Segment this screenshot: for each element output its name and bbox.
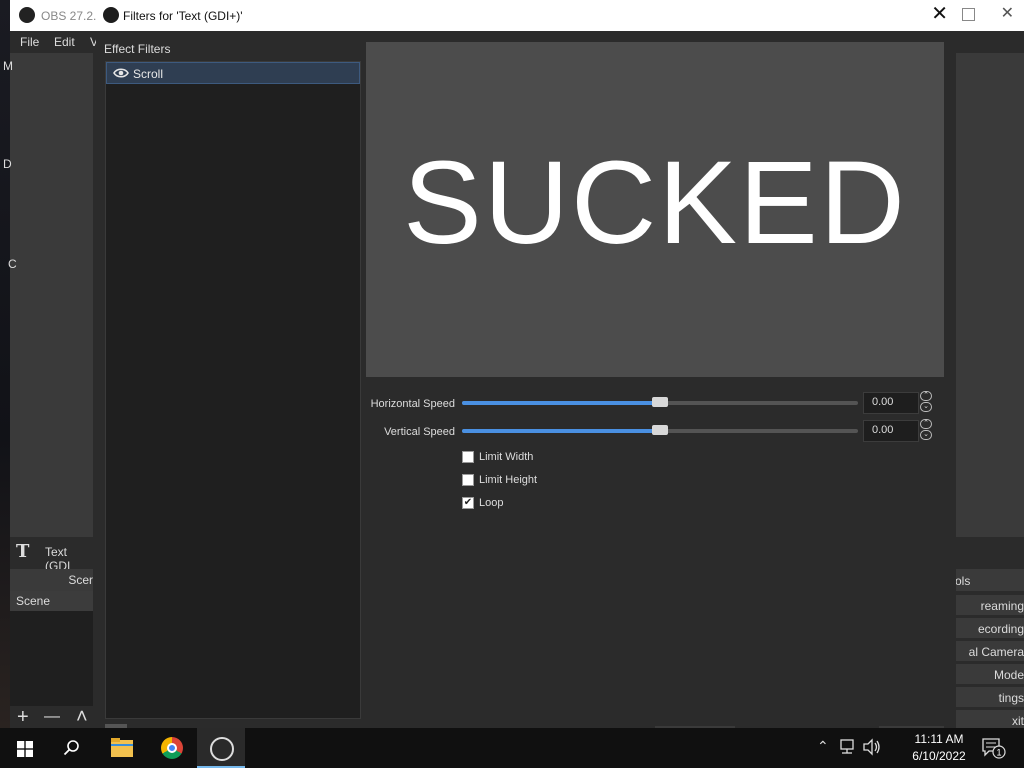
exit-button[interactable]: xit xyxy=(955,710,1024,730)
settings-button[interactable]: tings xyxy=(955,687,1024,707)
search-button[interactable] xyxy=(48,728,96,768)
clock-time: 11:11 AM xyxy=(914,732,964,746)
decrement-icon[interactable]: ⌄ xyxy=(920,430,932,440)
button-label: xit xyxy=(1012,714,1024,728)
controls-dock-header: ols xyxy=(955,569,1024,591)
horizontal-speed-label: Horizontal Speed xyxy=(370,398,455,410)
edge-letter: D xyxy=(3,157,12,171)
windows-logo-icon xyxy=(17,741,33,757)
eye-icon[interactable] xyxy=(113,66,129,80)
limit-height-checkbox[interactable] xyxy=(462,474,474,486)
start-recording-button[interactable]: ecording xyxy=(955,618,1024,638)
notification-count: 1 xyxy=(996,748,1001,758)
horizontal-speed-input[interactable]: 0.00 xyxy=(863,392,919,414)
maximize-icon[interactable] xyxy=(962,8,975,21)
button-label: al Camera xyxy=(968,645,1024,659)
button-label: tings xyxy=(998,691,1024,705)
add-icon[interactable]: + xyxy=(17,706,29,728)
file-explorer-button[interactable] xyxy=(98,728,146,768)
edge-letter: C xyxy=(8,257,17,271)
vertical-speed-value: 0.00 xyxy=(872,424,894,436)
vertical-speed-stepper[interactable]: ⌃ ⌄ xyxy=(920,419,934,441)
scene-toolbar: + — ˄ xyxy=(10,706,93,728)
slider-fill xyxy=(462,429,660,433)
edge-letter: M xyxy=(3,59,13,73)
obs-icon xyxy=(210,737,234,761)
close-icon[interactable]: ✕ xyxy=(931,3,948,25)
limit-height-label: Limit Height xyxy=(479,474,538,486)
scenes-dock-header: Scer xyxy=(10,569,93,591)
obs-logo-icon xyxy=(19,7,35,23)
show-hidden-icons-icon[interactable]: ⌃ xyxy=(817,738,829,755)
source-item[interactable]: T Text (GDI xyxy=(10,537,93,573)
chrome-button[interactable] xyxy=(148,728,196,768)
increment-icon[interactable]: ⌃ xyxy=(920,419,932,429)
obs-close-icon[interactable]: ✕ xyxy=(1001,3,1014,23)
menu-edit[interactable]: Edit xyxy=(54,35,75,49)
system-clock[interactable]: 11:11 AM 6/10/2022 xyxy=(900,731,978,765)
limit-width-checkbox[interactable] xyxy=(462,451,474,463)
loop-checkbox[interactable]: ✔ xyxy=(462,497,474,509)
obs-logo-icon xyxy=(103,7,119,23)
start-streaming-button[interactable]: reaming xyxy=(955,595,1024,615)
filters-dialog: Filters for 'Text (GDI+)' ✕ Effect Filte… xyxy=(96,0,956,728)
obs-taskbar-button[interactable] xyxy=(197,728,245,768)
loop-label: Loop xyxy=(479,497,504,509)
network-icon[interactable] xyxy=(838,738,856,756)
scenes-list xyxy=(10,611,93,706)
slider-handle[interactable] xyxy=(652,397,668,407)
decrement-icon[interactable]: ⌄ xyxy=(920,402,932,412)
button-label: reaming xyxy=(980,599,1024,613)
scene-list-item[interactable]: Scene xyxy=(10,591,93,611)
vertical-speed-label: Vertical Speed xyxy=(384,426,455,438)
filter-name: Scroll xyxy=(133,67,164,81)
controls-dock: ols reaming ecording al Camera Mode ting… xyxy=(955,537,1024,730)
button-label: ecording xyxy=(977,622,1024,636)
obs-preview-right xyxy=(955,53,1024,537)
increment-icon[interactable]: ⌃ xyxy=(920,391,932,401)
horizontal-speed-value: 0.00 xyxy=(872,396,894,408)
controls-header-label: ols xyxy=(955,574,971,588)
studio-mode-button[interactable]: Mode xyxy=(955,664,1024,684)
vertical-speed-input[interactable]: 0.00 xyxy=(863,420,919,442)
text-source-icon: T xyxy=(16,541,30,562)
taskbar: ⌃ 11:11 AM 6/10/2022 1 xyxy=(0,728,1024,768)
scene-item-label: Scene xyxy=(16,594,51,608)
dialog-titlebar[interactable]: Filters for 'Text (GDI+)' ✕ xyxy=(96,0,956,31)
limit-width-label: Limit Width xyxy=(479,451,534,463)
search-icon xyxy=(63,740,79,756)
vertical-speed-slider[interactable] xyxy=(462,425,858,435)
dialog-title: Filters for 'Text (GDI+)' xyxy=(123,9,243,23)
button-label: Mode xyxy=(993,668,1024,682)
volume-icon[interactable] xyxy=(862,738,882,756)
remove-icon[interactable]: — xyxy=(44,706,60,728)
filter-item-scroll[interactable]: Scroll xyxy=(106,62,360,84)
effect-filters-list: Scroll xyxy=(105,61,361,719)
horizontal-speed-stepper[interactable]: ⌃ ⌄ xyxy=(920,391,934,413)
file-explorer-icon xyxy=(111,738,133,757)
virtual-camera-button[interactable]: al Camera xyxy=(955,641,1024,661)
scenes-header-label: Scer xyxy=(68,573,93,587)
effect-filters-label: Effect Filters xyxy=(104,42,171,56)
horizontal-speed-slider[interactable] xyxy=(462,397,858,407)
filter-preview: SUCKED xyxy=(366,42,944,377)
preview-text: SUCKED xyxy=(403,137,907,269)
slider-fill xyxy=(462,401,660,405)
start-button[interactable] xyxy=(0,728,48,768)
clock-date: 6/10/2022 xyxy=(912,749,966,763)
slider-handle[interactable] xyxy=(652,425,668,435)
obs-window-title: OBS 27.2.4 xyxy=(41,9,104,23)
obs-preview-left: M D C xyxy=(3,53,93,537)
menu-file[interactable]: File xyxy=(20,35,39,49)
notification-center-icon[interactable]: 1 xyxy=(982,738,1008,760)
chrome-icon xyxy=(161,737,183,759)
chevron-up-icon[interactable]: ˄ xyxy=(76,706,88,728)
